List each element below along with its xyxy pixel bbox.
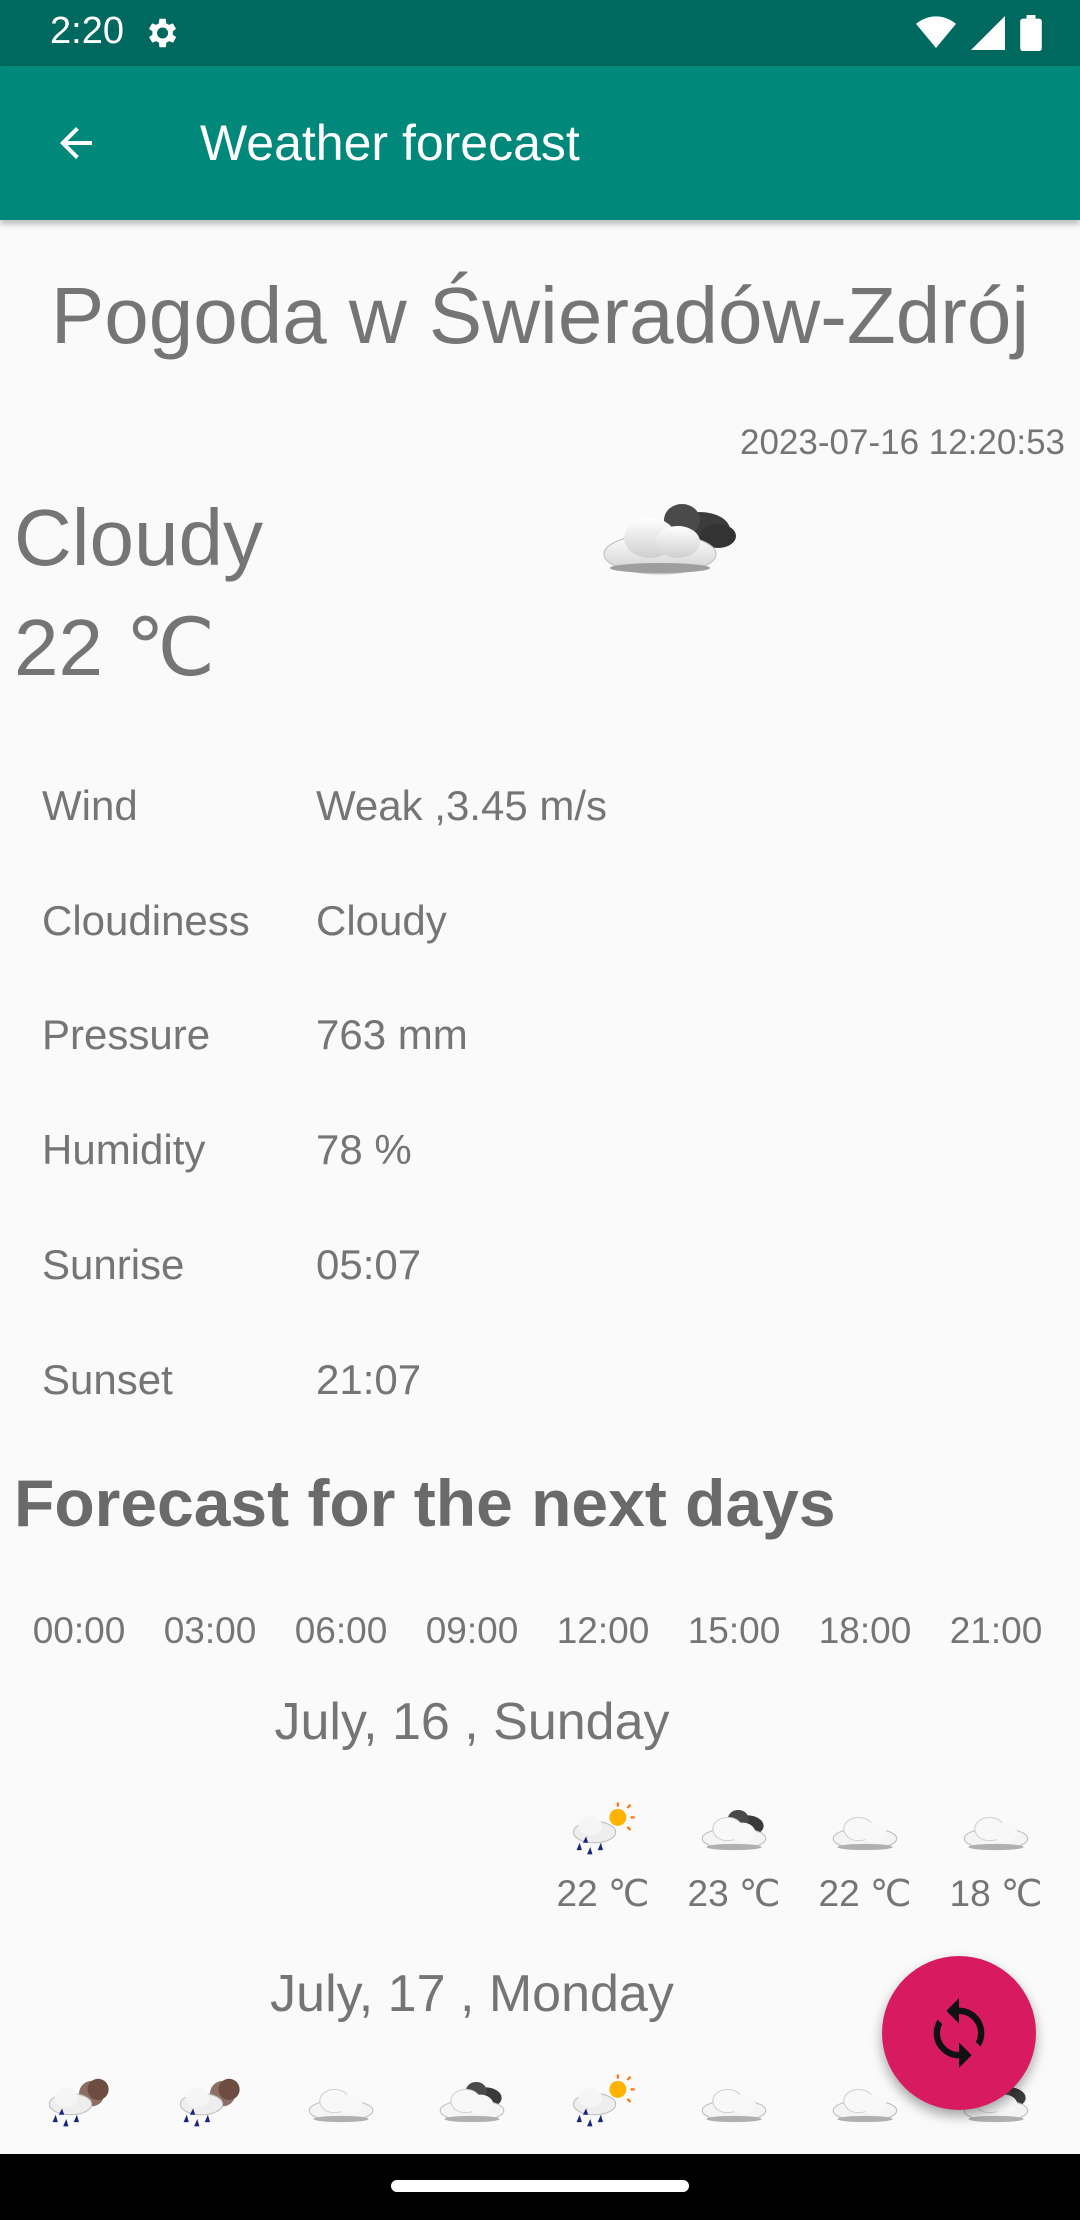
detail-value: Cloudy bbox=[316, 897, 447, 944]
rain-sun-icon bbox=[572, 1802, 635, 1855]
forecast-temperature: 23 ℃ bbox=[687, 1873, 781, 1914]
app-bar: Weather forecast bbox=[0, 66, 1080, 220]
detail-label: Sunrise bbox=[42, 1241, 185, 1288]
detail-value: 05:07 bbox=[316, 1241, 422, 1288]
detail-label: Cloudiness bbox=[42, 897, 250, 944]
detail-value: 763 mm bbox=[316, 1011, 468, 1058]
back-button[interactable] bbox=[36, 108, 116, 178]
forecast-cell bbox=[145, 2072, 275, 2130]
timestamp: 2023-07-16 12:20:53 bbox=[740, 423, 1065, 462]
detail-label: Wind bbox=[42, 782, 138, 829]
forecast-temperature: 22 ℃ bbox=[818, 1873, 912, 1914]
forecast-cell bbox=[407, 2072, 537, 2130]
status-bar: 2:20 bbox=[0, 0, 1080, 66]
app-title: Weather forecast bbox=[200, 115, 580, 171]
detail-value: Weak ,3.45 m/s bbox=[316, 782, 608, 829]
rain-moon-icon bbox=[179, 2078, 240, 2127]
detail-label: Pressure bbox=[42, 1011, 211, 1058]
forecast-temperature: 18 ℃ bbox=[949, 1873, 1043, 1914]
day-label: July, 16 , Sunday bbox=[274, 1693, 670, 1751]
forecast-hours-row: 00:00 03:00 06:00 09:00 12:00 15:00 18:0… bbox=[0, 1610, 1080, 1660]
forecast-heading: Forecast for the next days bbox=[14, 1466, 836, 1540]
detail-label: Humidity bbox=[42, 1126, 206, 1173]
rain-sun-icon bbox=[572, 2074, 635, 2127]
cloud-icon bbox=[832, 1816, 898, 1851]
settings-gear-icon bbox=[148, 18, 177, 48]
hour-label: 06:00 bbox=[294, 1610, 388, 1651]
hour-label: 00:00 bbox=[32, 1610, 126, 1651]
day-label: July, 17 , Monday bbox=[270, 1965, 674, 2023]
detail-value: 78 % bbox=[316, 1126, 412, 1173]
cloud-icon bbox=[701, 2088, 767, 2123]
hour-label: 03:00 bbox=[163, 1610, 257, 1651]
current-temperature: 22 ℃ bbox=[14, 603, 216, 692]
navigation-bar bbox=[0, 2154, 1080, 2220]
hour-label: 09:00 bbox=[425, 1610, 519, 1651]
cloud-icon bbox=[308, 2088, 374, 2123]
city-title: Pogoda w Świeradów-Zdrój bbox=[50, 271, 1030, 360]
current-condition: Cloudy bbox=[14, 493, 264, 582]
arrow-back-icon bbox=[60, 127, 92, 159]
cloud-icon bbox=[603, 504, 736, 575]
cloud-dark-icon bbox=[439, 2081, 505, 2123]
hour-label: 15:00 bbox=[687, 1610, 781, 1651]
cloud-icon bbox=[832, 2088, 898, 2123]
wifi-icon bbox=[916, 16, 956, 48]
forecast-temperature: 22 ℃ bbox=[556, 1873, 650, 1914]
detail-label: Sunset bbox=[42, 1356, 173, 1403]
signal-icon bbox=[971, 16, 1005, 50]
cloud-dark-icon bbox=[701, 1809, 767, 1851]
status-time: 2:20 bbox=[50, 10, 124, 52]
cloud-icon bbox=[963, 1816, 1029, 1851]
home-gesture-pill[interactable] bbox=[391, 2180, 689, 2192]
detail-value: 21:07 bbox=[316, 1356, 422, 1403]
hour-label: 12:00 bbox=[556, 1610, 650, 1651]
rain-moon-icon bbox=[48, 2078, 109, 2127]
forecast-cell: 22 ℃ bbox=[538, 1800, 668, 1915]
forecast-cell: 23 ℃ bbox=[669, 1800, 799, 1915]
refresh-icon bbox=[933, 1998, 985, 2068]
refresh-button[interactable] bbox=[882, 1956, 1036, 2110]
forecast-cell bbox=[14, 2072, 144, 2130]
battery-icon bbox=[1020, 15, 1042, 51]
forecast-cell bbox=[538, 2072, 668, 2130]
forecast-cell bbox=[276, 2072, 406, 2130]
hour-label: 18:00 bbox=[818, 1610, 912, 1651]
forecast-cell: 18 ℃ bbox=[931, 1800, 1061, 1915]
hour-label: 21:00 bbox=[949, 1610, 1043, 1651]
forecast-cell bbox=[669, 2072, 799, 2130]
forecast-cell: 22 ℃ bbox=[800, 1800, 930, 1915]
